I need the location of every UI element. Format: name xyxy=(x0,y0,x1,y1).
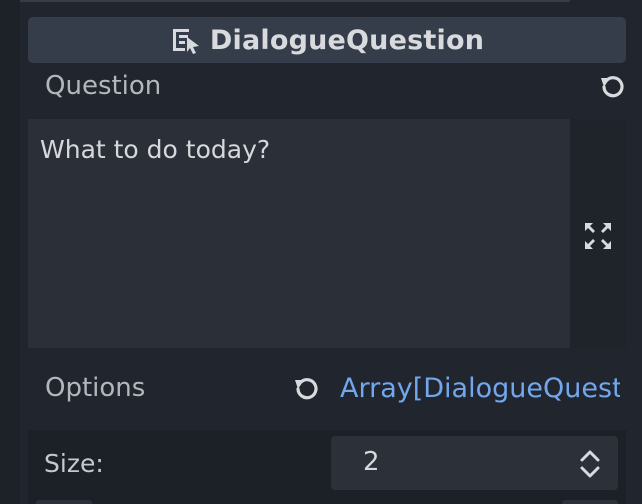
panel-top-divider xyxy=(20,0,570,2)
expand-icon[interactable] xyxy=(582,220,614,252)
up-down-arrows-icon[interactable] xyxy=(578,447,602,481)
options-label: Options xyxy=(45,373,146,403)
options-array-value[interactable]: Array[DialogueQuest xyxy=(340,373,620,404)
question-label: Question xyxy=(45,71,162,101)
question-text-field[interactable]: What to do today? xyxy=(28,119,570,348)
size-label: Size: xyxy=(44,449,104,478)
question-revert-icon[interactable] xyxy=(597,73,627,103)
options-revert-icon[interactable] xyxy=(291,375,321,405)
script-cursor-icon xyxy=(170,24,202,56)
resource-header[interactable]: DialogueQuestion xyxy=(28,17,626,63)
resource-title: DialogueQuestion xyxy=(209,24,485,56)
size-value: 2 xyxy=(363,447,380,477)
array-item-left-edge xyxy=(36,500,92,504)
array-item-right-edge xyxy=(562,500,618,504)
